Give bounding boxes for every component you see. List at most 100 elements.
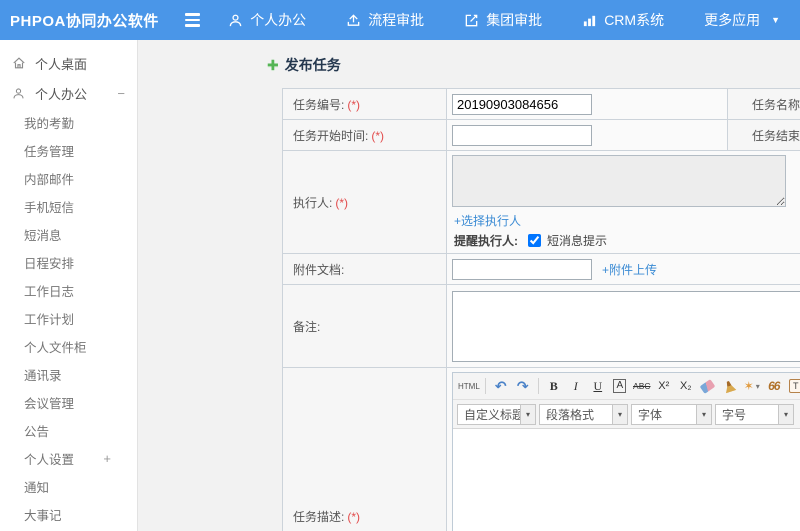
- sidebar-item-label: 个人办公: [35, 86, 88, 102]
- sidebar-item-contacts[interactable]: 通讯录: [0, 360, 137, 388]
- undo-button[interactable]: ↶: [491, 376, 511, 396]
- required-mark: (*): [371, 128, 385, 143]
- nav-group-approval[interactable]: 集团审批: [444, 0, 562, 40]
- dropdown-value: 段落格式: [546, 407, 595, 422]
- required-mark: (*): [347, 97, 361, 112]
- sidebar-item-task-management[interactable]: 任务管理: [0, 136, 137, 164]
- caret-down-icon: ▾: [696, 404, 711, 424]
- font-size-dropdown[interactable]: 字号 ▾: [715, 403, 794, 425]
- sidebar-item-label: 日程安排: [24, 256, 75, 271]
- caret-down-icon: ▾: [778, 404, 793, 424]
- paste-text-button[interactable]: T: [786, 376, 800, 396]
- clipboard-icon: T: [789, 379, 800, 393]
- sms-remind-checkbox[interactable]: [528, 234, 541, 247]
- menu-toggle-icon[interactable]: [184, 13, 201, 27]
- sidebar-item-short-message[interactable]: 短消息: [0, 220, 137, 248]
- sidebar-item-personal-file-cabinet[interactable]: 个人文件柜: [0, 332, 137, 360]
- editor-toolbar-row2: 自定义标题 ▾ 段落格式 ▾ 字体 ▾ 字号 ▾: [453, 400, 800, 429]
- task-number-input[interactable]: [452, 93, 592, 115]
- sidebar-item-internal-mail[interactable]: 内部邮件: [0, 164, 137, 192]
- sidebar-item-memorabilia[interactable]: 大事记: [0, 500, 137, 528]
- sidebar-item-meeting-management[interactable]: 会议管理: [0, 388, 137, 416]
- remark-textarea[interactable]: [452, 290, 800, 362]
- font-border-button[interactable]: A: [610, 376, 630, 396]
- collapse-icon[interactable]: −: [117, 86, 125, 101]
- sidebar-item-label: 短消息: [24, 228, 62, 243]
- sidebar-item-label: 个人设置: [24, 452, 75, 467]
- sidebar-item-label: 公告: [24, 424, 50, 439]
- sidebar-item-label: 工作日志: [24, 284, 75, 299]
- subscript-button[interactable]: X₂: [676, 376, 696, 396]
- start-time-input[interactable]: [452, 124, 592, 146]
- nav-item-label: CRM系统: [604, 12, 665, 28]
- user-icon: [228, 13, 243, 28]
- custom-title-dropdown[interactable]: 自定义标题 ▾: [457, 403, 536, 425]
- sidebar-item-personal-desktop[interactable]: 个人桌面: [0, 48, 137, 78]
- page-title: 发布任务: [284, 57, 341, 73]
- edit-square-icon: [464, 13, 479, 28]
- strikethrough-button[interactable]: ABC: [632, 376, 652, 396]
- nav-item-label: 更多应用: [704, 12, 761, 28]
- sidebar-item-notice[interactable]: 通知: [0, 472, 137, 500]
- magic-wand-icon: ✶: [743, 379, 754, 393]
- attachment-label: 附件文档:: [282, 253, 447, 285]
- nav-crm-system[interactable]: CRM系统: [562, 0, 684, 40]
- redo-button[interactable]: ↷: [513, 376, 533, 396]
- required-mark: (*): [347, 509, 361, 524]
- paragraph-format-dropdown[interactable]: 段落格式 ▾: [539, 403, 628, 425]
- start-time-label: 任务开始时间: (*): [282, 119, 447, 151]
- sidebar-item-personal-settings[interactable]: 个人设置 +: [0, 444, 137, 472]
- table-row: 附件文档: +附件上传: [282, 253, 800, 285]
- table-row: 执行人: (*) +选择执行人 提醒执行人: 短消息提示: [282, 150, 800, 254]
- sidebar-item-work-plan[interactable]: 工作计划: [0, 304, 137, 332]
- table-row: 任务编号:(*) 任务名称:(*): [282, 88, 800, 120]
- plus-icon: ✚: [267, 56, 279, 73]
- sidebar-item-announcement[interactable]: 公告: [0, 416, 137, 444]
- task-number-label: 任务编号: (*): [282, 88, 447, 120]
- caret-down-icon: ▾: [520, 404, 535, 424]
- remove-format-button[interactable]: [698, 376, 718, 396]
- editor-content-area[interactable]: [453, 429, 800, 531]
- expand-icon[interactable]: +: [103, 451, 111, 466]
- nav-item-label: 流程审批: [368, 12, 425, 28]
- nav-item-label: 集团审批: [486, 12, 543, 28]
- sidebar-item-label: 内部邮件: [24, 172, 75, 187]
- eraser-icon: [699, 378, 716, 394]
- sidebar-item-my-attendance[interactable]: 我的考勤: [0, 108, 137, 136]
- sidebar-item-label: 会议管理: [24, 396, 75, 411]
- attachment-upload-link[interactable]: +附件上传: [602, 261, 657, 278]
- caret-down-icon: ▾: [612, 404, 627, 424]
- user-icon: [12, 87, 27, 100]
- nav-workflow-approval[interactable]: 流程审批: [326, 0, 444, 40]
- blockquote-button[interactable]: 66: [764, 376, 784, 396]
- select-executor-link[interactable]: +选择执行人: [454, 212, 800, 229]
- executor-textarea[interactable]: [452, 155, 786, 207]
- table-row: 备注:: [282, 284, 800, 368]
- font-family-dropdown[interactable]: 字体 ▾: [631, 403, 712, 425]
- sidebar-item-personal-office[interactable]: 个人办公 −: [0, 78, 137, 108]
- bold-button[interactable]: B: [544, 376, 564, 396]
- required-mark: (*): [335, 195, 349, 210]
- underline-button[interactable]: U: [588, 376, 608, 396]
- attachment-input[interactable]: [452, 258, 592, 280]
- sidebar-item-schedule[interactable]: 日程安排: [0, 248, 137, 276]
- nav-personal-office[interactable]: 个人办公: [208, 0, 326, 40]
- caret-down-icon: ▾: [755, 381, 760, 391]
- workflow-approve-icon: [346, 13, 361, 28]
- italic-button[interactable]: I: [566, 376, 586, 396]
- sidebar-item-label: 工作计划: [24, 312, 75, 327]
- table-row: 任务开始时间:(*) 任务结束时间:(*): [282, 119, 800, 151]
- sms-remind-option-label: 短消息提示: [547, 234, 608, 248]
- sidebar-item-work-log[interactable]: 工作日志: [0, 276, 137, 304]
- format-brush-button[interactable]: [720, 376, 740, 396]
- remark-label: 备注:: [282, 284, 447, 368]
- auto-typeset-button[interactable]: ✶ ▾: [742, 376, 762, 396]
- sidebar-item-label: 大事记: [24, 508, 62, 523]
- source-code-button[interactable]: HTML: [458, 376, 480, 396]
- superscript-button[interactable]: X²: [654, 376, 674, 396]
- nav-more-apps[interactable]: 更多应用 ▼: [684, 0, 800, 40]
- sidebar-item-mobile-sms[interactable]: 手机短信: [0, 192, 137, 220]
- top-bar: PHPOA协同办公软件 个人办公 流程审批 集团审批 CRM系统 更多应用 ▼: [0, 0, 800, 40]
- dropdown-value: 字体: [638, 407, 663, 422]
- sidebar-item-label: 任务管理: [24, 144, 75, 159]
